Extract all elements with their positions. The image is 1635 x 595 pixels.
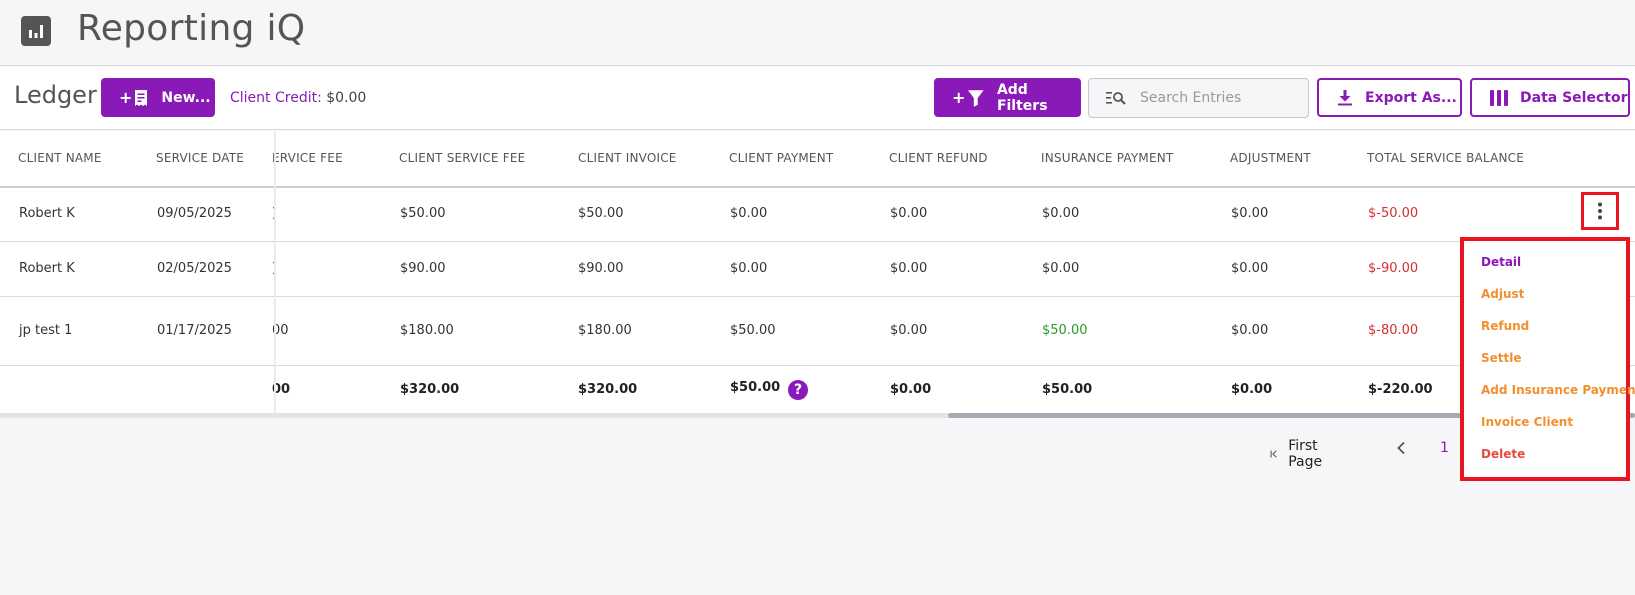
- search-list-icon: [1106, 92, 1126, 105]
- sticky-column-shadow: [274, 131, 276, 413]
- table-cell: $0.00: [890, 323, 928, 338]
- column-header[interactable]: INSURANCE PAYMENT: [1041, 151, 1173, 165]
- table-cell: $0.00: [730, 206, 768, 221]
- column-header[interactable]: CLIENT REFUND: [889, 151, 988, 165]
- column-header[interactable]: ADJUSTMENT: [1230, 151, 1311, 165]
- column-header[interactable]: ERVICE FEE: [272, 151, 343, 165]
- insurance-payment-cell: $50.00: [1042, 323, 1088, 338]
- page-number[interactable]: 1: [1440, 440, 1449, 456]
- columns-icon: [1490, 89, 1508, 106]
- table-cell: $50.00: [578, 206, 624, 221]
- total-cell: $0.00: [1231, 382, 1273, 397]
- plus-label: +: [119, 88, 133, 107]
- table-cell: $0.00: [1042, 206, 1080, 221]
- balance-cell: $-90.00: [1368, 261, 1419, 276]
- total-cell: $320.00: [578, 382, 638, 397]
- table-cell: 09/05/2025: [157, 206, 232, 221]
- ledger-toolbar: Ledger + New... Client Credit: $0.00 + A…: [0, 67, 1635, 130]
- receipt-icon: [135, 89, 148, 106]
- menu-item-adjust[interactable]: Adjust: [1481, 287, 1524, 301]
- client-credit-value: $0.00: [321, 90, 367, 106]
- table-cell: $90.00: [400, 261, 446, 276]
- new-entry-button[interactable]: + New...: [101, 78, 215, 117]
- table-cell: $0.00: [890, 206, 928, 221]
- total-cell: $0.00: [890, 382, 932, 397]
- search-input[interactable]: [1140, 90, 1300, 106]
- table-cell: $0.00: [1231, 261, 1269, 276]
- download-icon: [1338, 89, 1352, 105]
- table-cell: $180.00: [400, 323, 454, 338]
- table-cell: $180.00: [578, 323, 632, 338]
- row-actions-menu: Detail Adjust Refund Settle Add Insuranc…: [1460, 237, 1635, 481]
- add-filters-label: Add Filters: [996, 81, 1048, 114]
- help-icon[interactable]: ?: [788, 380, 808, 400]
- new-button-label: New...: [161, 89, 211, 106]
- menu-item-add-insurance-payment[interactable]: Add Insurance Payment: [1481, 383, 1635, 397]
- total-cell: $320.00: [400, 382, 460, 397]
- export-as-button[interactable]: Export As...: [1317, 78, 1462, 117]
- table-cell: $90.00: [578, 261, 624, 276]
- menu-item-invoice-client[interactable]: Invoice Client: [1481, 415, 1573, 429]
- table-cell: $0.00: [1231, 323, 1269, 338]
- page-title: Ledger: [14, 81, 97, 109]
- table-cell: $0.00: [730, 261, 768, 276]
- plus-label: +: [952, 88, 966, 107]
- first-page-label: First Page: [1288, 438, 1323, 470]
- row-divider: [0, 296, 1635, 297]
- table-cell: 01/17/2025: [157, 323, 232, 338]
- app-title: Reporting iQ: [77, 8, 306, 49]
- menu-item-delete[interactable]: Delete: [1481, 447, 1525, 461]
- client-credit: Client Credit: $0.00: [230, 90, 366, 106]
- column-header[interactable]: TOTAL SERVICE BALANCE: [1367, 151, 1524, 165]
- table-cell: $0.00: [1231, 206, 1269, 221]
- horizontal-scrollbar[interactable]: [0, 413, 1635, 418]
- column-header[interactable]: CLIENT PAYMENT: [729, 151, 833, 165]
- row-actions-button[interactable]: [1581, 192, 1619, 230]
- export-as-label: Export As...: [1365, 89, 1457, 106]
- table-cell: 02/05/2025: [157, 261, 232, 276]
- column-header[interactable]: SERVICE DATE: [156, 151, 244, 165]
- previous-page-button[interactable]: [1396, 441, 1406, 459]
- balance-cell: $-80.00: [1368, 323, 1419, 338]
- table-cell: $0.00: [890, 261, 928, 276]
- table-cell: Robert K: [19, 206, 75, 221]
- data-selector-button[interactable]: Data Selector: [1470, 78, 1630, 117]
- total-cell: $-220.00: [1368, 382, 1433, 397]
- first-page-button[interactable]: First Page: [1270, 438, 1328, 470]
- total-cell: $50.00: [1042, 382, 1093, 397]
- ledger-table: CLIENT NAME SERVICE DATE ERVICE FEE CLIE…: [0, 131, 1635, 418]
- balance-cell: $-50.00: [1368, 206, 1419, 221]
- table-cell: $50.00: [730, 323, 776, 338]
- table-cell: jp test 1: [19, 323, 73, 338]
- menu-item-settle[interactable]: Settle: [1481, 351, 1522, 365]
- menu-item-refund[interactable]: Refund: [1481, 319, 1529, 333]
- data-selector-label: Data Selector: [1520, 89, 1628, 106]
- header-divider: [0, 186, 1635, 188]
- column-header[interactable]: CLIENT NAME: [18, 151, 102, 165]
- table-cell: $0.00: [1042, 261, 1080, 276]
- first-page-icon: [1270, 450, 1277, 458]
- add-filters-button[interactable]: + Add Filters: [934, 78, 1081, 117]
- total-cell: $50.00: [730, 380, 781, 395]
- app-header: Reporting iQ: [0, 0, 1635, 66]
- client-credit-label: Client Credit:: [230, 90, 322, 106]
- funnel-icon: [968, 89, 984, 107]
- table-cell: Robert K: [19, 261, 75, 276]
- column-header[interactable]: CLIENT SERVICE FEE: [399, 151, 525, 165]
- table-cell: $50.00: [400, 206, 446, 221]
- bar-chart-icon: [21, 16, 51, 46]
- row-divider: [0, 365, 1635, 366]
- column-header[interactable]: CLIENT INVOICE: [578, 151, 677, 165]
- row-divider: [0, 241, 1635, 242]
- search-box[interactable]: [1088, 78, 1309, 118]
- chevron-left-icon: [1397, 441, 1405, 455]
- more-vertical-icon: [1598, 202, 1602, 220]
- menu-item-detail[interactable]: Detail: [1481, 255, 1521, 269]
